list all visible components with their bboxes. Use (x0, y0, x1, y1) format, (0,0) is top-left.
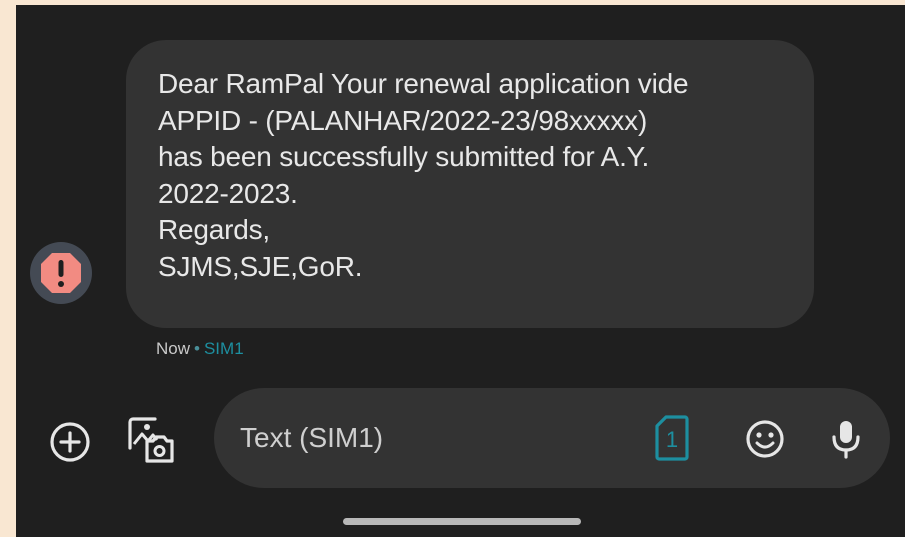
gallery-camera-icon (128, 417, 174, 463)
gesture-handle[interactable] (343, 518, 581, 525)
emoji-icon (746, 420, 784, 458)
voice-input-button[interactable] (828, 418, 864, 460)
meta-separator: • (194, 339, 200, 358)
message-line-6: SJMS,SJE,GoR. (158, 250, 363, 282)
message-line-2: APPID - (PALANHAR/2022-23/98xxxxx) (158, 104, 648, 136)
message-line-5: Regards, (158, 214, 271, 245)
microphone-icon (832, 421, 860, 459)
sim-card-icon: 1 (655, 415, 689, 461)
messages-screen: Dear RamPal Your renewal application vid… (16, 5, 905, 537)
message-sim-label: SIM1 (203, 339, 244, 358)
add-attachment-button[interactable] (46, 418, 94, 466)
sim-selector-button[interactable]: 1 (652, 414, 692, 462)
emoji-button[interactable] (744, 418, 786, 460)
message-time: Now (156, 339, 191, 358)
message-bubble[interactable]: Dear RamPal Your renewal application vid… (126, 40, 814, 328)
message-input[interactable] (240, 416, 600, 460)
sender-avatar[interactable] (30, 242, 92, 304)
message-line-3: has been successfully submitted for A.Y. (158, 141, 650, 172)
message-line-1: Dear RamPal Your renewal application vid… (158, 68, 689, 99)
plus-circle-icon (50, 422, 90, 462)
compose-box[interactable]: 1 (214, 388, 890, 488)
message-meta: Now • SIM1 (156, 338, 244, 360)
message-line-4: 2022-2023. (158, 177, 298, 209)
gallery-button[interactable] (124, 413, 178, 467)
warning-octagon-icon (41, 253, 81, 293)
sim-badge-number: 1 (666, 427, 678, 452)
